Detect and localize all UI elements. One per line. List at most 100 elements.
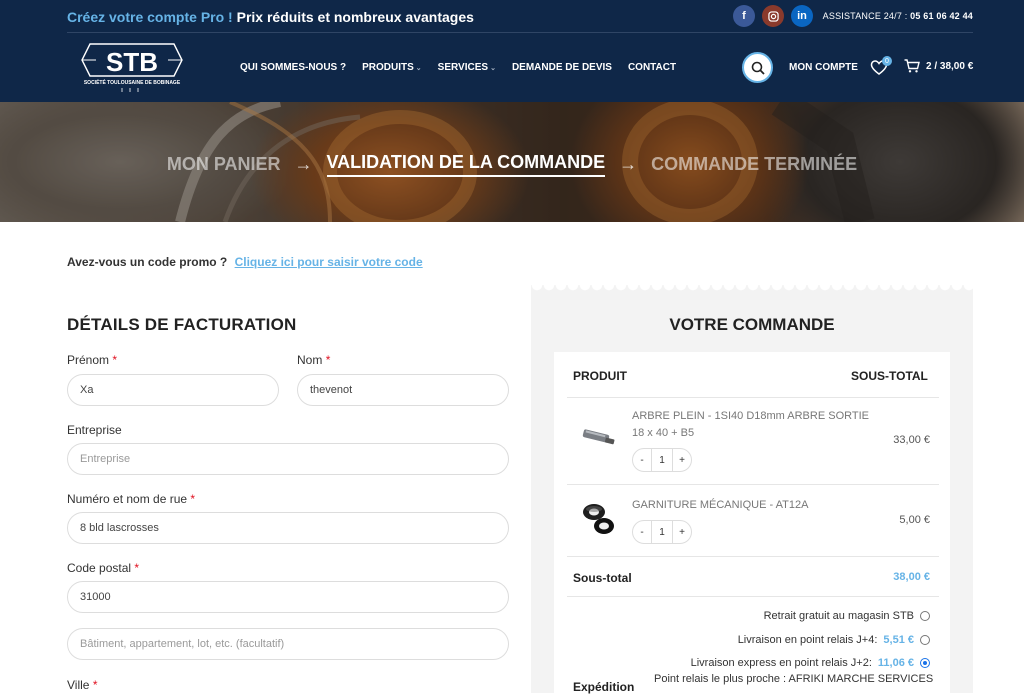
wishlist-count-badge: 0: [882, 56, 892, 66]
logo-sub: SOCIÉTÉ TOULOUSAINE DE BOBINAGE: [84, 78, 181, 86]
nav-label: QUI SOMMES-NOUS ?: [240, 62, 347, 73]
coupon-question: Avez-vous un code promo ?: [67, 255, 228, 269]
required-mark: *: [92, 678, 98, 692]
promo-accent[interactable]: Créez votre compte Pro !: [67, 9, 233, 25]
divider: [567, 397, 939, 398]
promo-text[interactable]: Prix réduits et nombreux avantages: [237, 9, 474, 25]
search-button[interactable]: [742, 52, 773, 83]
cart-icon: [904, 59, 920, 73]
stb-logo[interactable]: STB SOCIÉTÉ TOULOUSAINE DE BOBINAGE: [78, 40, 186, 96]
shipping-fee: 5,51 €: [883, 634, 914, 646]
nav-item-about[interactable]: QUI SOMMES-NOUS ?: [240, 62, 346, 73]
required-mark: *: [325, 353, 331, 367]
product-name[interactable]: ARBRE PLEIN - 1SI40 D18mm ARBRE SORTIE 1…: [632, 408, 882, 442]
pro-account-promo[interactable]: Créez votre compte Pro ! Prix réduits et…: [67, 9, 474, 25]
nav-label: SERVICES: [437, 62, 489, 73]
coupon-notice: Avez-vous un code promo ? Cliquez ici po…: [67, 255, 423, 269]
qty-minus-button[interactable]: -: [633, 521, 651, 543]
address2-field[interactable]: [67, 628, 509, 660]
step-complete: COMMANDE TERMINÉE: [651, 154, 858, 174]
billing-title: DÉTAILS DE FACTURATION: [67, 315, 297, 334]
site-header: Créez votre compte Pro ! Prix réduits et…: [0, 0, 1024, 102]
arrow-right-icon: →: [619, 154, 638, 174]
nav-item-services[interactable]: SERVICES ⌄: [438, 62, 496, 73]
col-subtotal-header: SOUS-TOTAL: [851, 369, 928, 383]
product-name[interactable]: GARNITURE MÉCANIQUE - AT12A: [632, 497, 882, 514]
chevron-down-icon: ⌄: [490, 64, 496, 72]
label-text: Ville: [67, 678, 90, 692]
col-product-header: PRODUIT: [573, 369, 627, 383]
label-text: Prénom: [67, 353, 110, 367]
product-thumbnail-seal[interactable]: [580, 498, 618, 543]
required-mark: *: [112, 353, 118, 367]
label-text: Code postal: [67, 561, 132, 575]
nav-item-quote[interactable]: DEMANDE DE DEVIS: [512, 62, 612, 73]
checkout-steps: MON PANIER → VALIDATION DE LA COMMANDE →…: [0, 152, 1024, 177]
first-name-field[interactable]: [67, 374, 279, 406]
product-thumbnail-shaft[interactable]: [580, 422, 618, 455]
divider: [567, 596, 939, 597]
nav-item-contact[interactable]: CONTACT: [628, 62, 676, 73]
shipping-fee: 11,06 €: [877, 657, 914, 669]
shipping-option-label: Livraison express en point relais J+2:: [690, 657, 872, 669]
radio-button-selected[interactable]: [920, 658, 930, 668]
last-name-field[interactable]: [297, 374, 509, 406]
label-text: Numéro et nom de rue: [67, 492, 188, 506]
linkedin-icon[interactable]: in: [791, 5, 813, 27]
facebook-icon[interactable]: f: [733, 5, 755, 27]
assistance-phone[interactable]: 05 61 06 42 44: [910, 11, 973, 21]
divider: [567, 484, 939, 485]
required-mark: *: [134, 561, 140, 575]
search-icon: [751, 61, 765, 75]
street-label: Numéro et nom de rue *: [67, 492, 195, 506]
assistance-info: ASSISTANCE 24/7 : 05 61 06 42 44: [823, 11, 973, 21]
shipping-label: Expédition: [573, 680, 635, 694]
first-name-label: Prénom *: [67, 353, 117, 367]
street-field[interactable]: [67, 512, 509, 544]
qty-value[interactable]: 1: [651, 449, 673, 471]
required-mark: *: [190, 492, 196, 506]
company-label: Entreprise: [67, 423, 122, 437]
logo-main: STB: [106, 47, 158, 77]
radio-button[interactable]: [920, 635, 930, 645]
step-cart[interactable]: MON PANIER: [167, 154, 281, 175]
shipping-option-label: Livraison en point relais J+4:: [737, 634, 878, 646]
chevron-down-icon: ⌄: [415, 64, 422, 72]
checkout-hero-banner: MON PANIER → VALIDATION DE LA COMMANDE →…: [0, 102, 1024, 222]
radio-button[interactable]: [920, 611, 930, 621]
qty-value[interactable]: 1: [651, 521, 673, 543]
main-nav: QUI SOMMES-NOUS ? PRODUITS ⌄ SERVICES ⌄ DE…: [240, 62, 676, 73]
postcode-label: Code postal *: [67, 561, 139, 575]
postcode-field[interactable]: [67, 581, 509, 613]
subtotal-value: 38,00 €: [893, 571, 930, 583]
qty-plus-button[interactable]: +: [673, 449, 691, 471]
my-account-link[interactable]: MON COMPTE: [789, 62, 858, 73]
nav-label: PRODUITS: [362, 62, 414, 73]
nav-label: DEMANDE DE DEVIS: [511, 62, 612, 73]
order-title: VOTRE COMMANDE: [669, 315, 835, 334]
shipping-option-pickup[interactable]: Retrait gratuit au magasin STB: [764, 610, 930, 622]
city-label: Ville *: [67, 678, 97, 692]
last-name-label: Nom *: [297, 353, 330, 367]
coupon-link[interactable]: Cliquez ici pour saisir votre code: [235, 255, 423, 269]
divider: [567, 556, 939, 557]
qty-plus-button[interactable]: +: [673, 521, 691, 543]
nearest-relay-point: Point relais le plus proche : AFRIKI MAR…: [654, 673, 934, 685]
product-price: 5,00 €: [899, 514, 930, 526]
subtotal-label: Sous-total: [573, 571, 632, 585]
cart-button[interactable]: 2 / 38,00 €: [904, 59, 973, 73]
qty-minus-button[interactable]: -: [633, 449, 651, 471]
quantity-stepper: - 1 +: [632, 520, 692, 544]
nav-label: CONTACT: [627, 62, 677, 73]
shipping-option-relay[interactable]: Livraison en point relais J+4: 5,51 €: [738, 634, 930, 646]
social-links: f in: [733, 5, 813, 27]
assistance-label: ASSISTANCE 24/7 :: [822, 11, 908, 21]
top-bar: Créez votre compte Pro ! Prix réduits et…: [67, 0, 973, 33]
label-text: Nom: [297, 353, 323, 367]
instagram-icon[interactable]: [762, 5, 784, 27]
nav-item-products[interactable]: PRODUITS ⌄: [362, 62, 422, 73]
step-validation[interactable]: VALIDATION DE LA COMMANDE: [326, 152, 606, 177]
arrow-right-icon: →: [294, 154, 313, 174]
company-field[interactable]: [67, 443, 509, 475]
shipping-option-express[interactable]: Livraison express en point relais J+2: 1…: [691, 657, 930, 669]
